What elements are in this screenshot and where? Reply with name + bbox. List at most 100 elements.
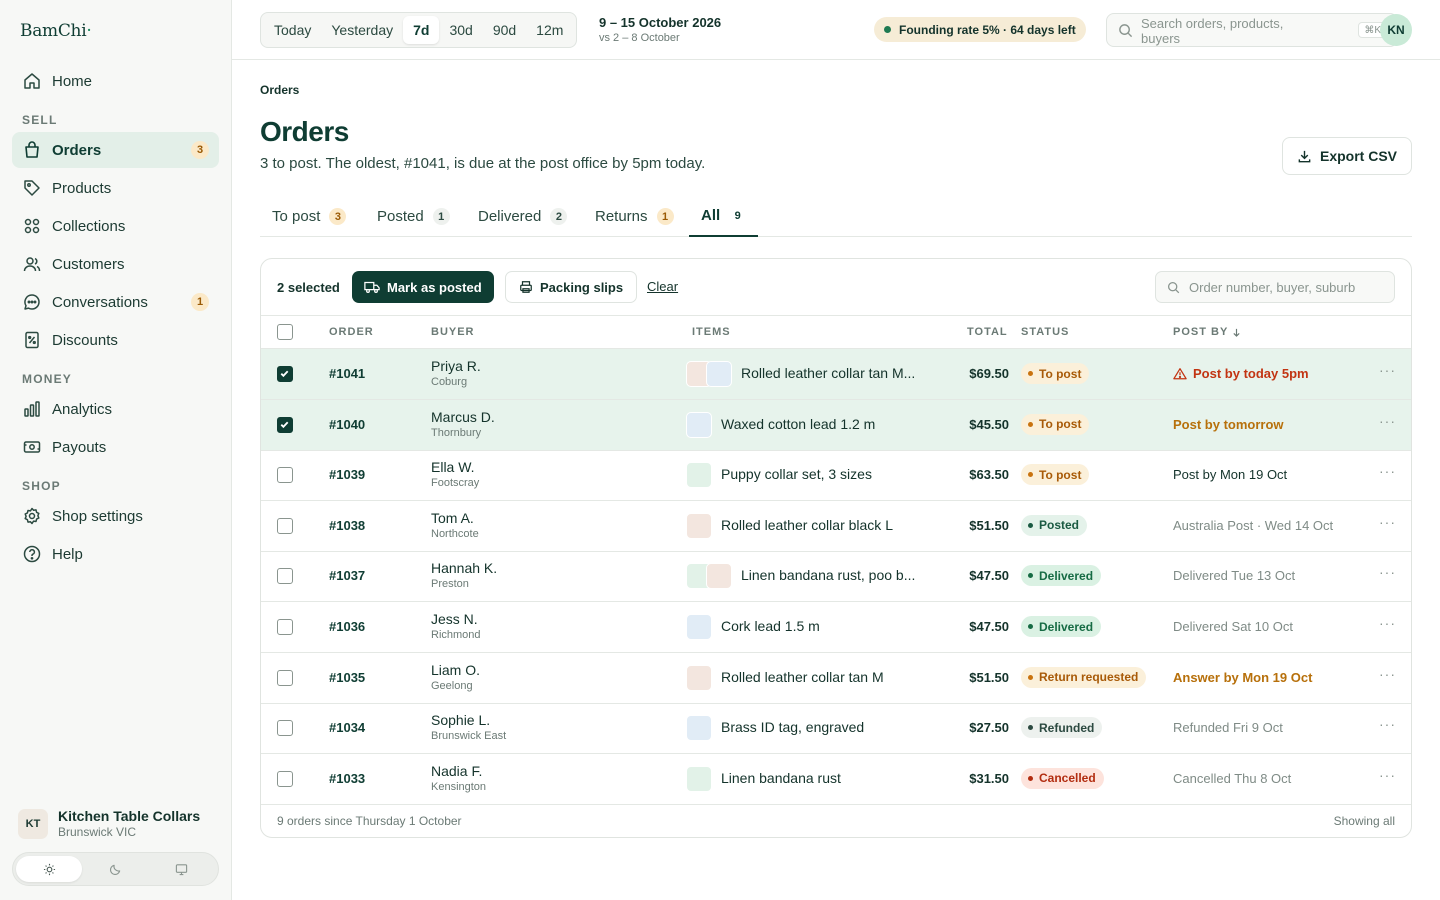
product-thumbnail xyxy=(706,361,732,387)
table-row[interactable]: #1040 Marcus D. Thornbury Waxed cotton lead… xyxy=(261,399,1411,451)
row-more-actions-icon[interactable]: ··· xyxy=(1379,666,1396,682)
row-more-actions-icon[interactable]: ··· xyxy=(1379,767,1396,783)
table-row[interactable]: #1037 Hannah K. Preston Linen bandana rust,… xyxy=(261,551,1411,603)
app-logo[interactable]: BamChi· xyxy=(20,21,92,41)
order-number-link[interactable]: #1039 xyxy=(329,467,365,482)
row-more-actions-icon[interactable]: ··· xyxy=(1379,716,1396,732)
table-row[interactable]: #1038 Tom A. Northcote Rolled leather colla… xyxy=(261,501,1411,552)
column-post-by[interactable]: POST BY xyxy=(1173,326,1241,338)
post-by-label: Cancelled Thu 8 Oct xyxy=(1173,770,1292,786)
range-7d[interactable]: 7d xyxy=(403,16,440,44)
order-number-link[interactable]: #1035 xyxy=(329,670,365,685)
sidebar-item-payouts[interactable]: Payouts xyxy=(12,429,219,465)
sidebar-item-customers[interactable]: Customers xyxy=(12,246,219,282)
founding-rate-badge[interactable]: Founding rate 5% · 64 days left xyxy=(874,17,1086,42)
tab-returns[interactable]: Returns 1 xyxy=(595,196,674,237)
theme-light-button[interactable] xyxy=(16,856,83,882)
order-number-link[interactable]: #1036 xyxy=(329,619,365,634)
sidebar-item-home[interactable]: Home xyxy=(12,63,219,99)
status-dot xyxy=(1028,624,1033,629)
breadcrumb[interactable]: Orders xyxy=(260,83,299,97)
sidebar-item-collections[interactable]: Collections xyxy=(12,208,219,244)
range-12m[interactable]: 12m xyxy=(526,16,573,44)
row-more-actions-icon[interactable]: ··· xyxy=(1379,463,1396,479)
item-thumbnails xyxy=(686,563,732,590)
buyer-name: Priya R. xyxy=(431,358,481,374)
conversations-count-badge: 1 xyxy=(191,293,209,311)
sidebar-item-shop-settings[interactable]: Shop settings xyxy=(12,498,219,534)
row-checkbox[interactable] xyxy=(277,416,293,433)
sidebar-item-label: Analytics xyxy=(52,400,113,418)
clear-selection-link[interactable]: Clear xyxy=(647,279,678,294)
theme-dark-button[interactable] xyxy=(82,856,148,882)
order-number-link[interactable]: #1037 xyxy=(329,568,365,583)
tab-delivered[interactable]: Delivered 2 xyxy=(478,196,568,237)
range-yesterday[interactable]: Yesterday xyxy=(321,16,403,44)
order-number-link[interactable]: #1038 xyxy=(329,518,365,533)
shop-location: Brunswick VIC xyxy=(58,825,137,839)
payout-icon xyxy=(23,441,41,453)
row-checkbox[interactable] xyxy=(277,669,293,686)
column-status[interactable]: STATUS xyxy=(1021,326,1069,338)
row-checkbox[interactable] xyxy=(277,366,293,382)
post-by-label: Post by today 5pm xyxy=(1193,366,1309,381)
row-more-actions-icon[interactable]: ··· xyxy=(1379,564,1396,580)
buyer-suburb: Thornbury xyxy=(431,426,482,439)
post-by: Delivered Tue 13 Oct xyxy=(1173,568,1295,583)
row-more-actions-icon[interactable]: ··· xyxy=(1379,615,1396,631)
theme-system-button[interactable] xyxy=(149,856,215,882)
order-number-link[interactable]: #1040 xyxy=(329,417,365,432)
tab-count: 9 xyxy=(734,209,741,222)
column-order[interactable]: ORDER xyxy=(329,326,374,338)
mark-as-posted-button[interactable]: Mark as posted xyxy=(352,271,494,303)
table-row[interactable]: #1034 Sophie L. Brunswick East Brass ID tag… xyxy=(261,703,1411,755)
range-90d[interactable]: 90d xyxy=(483,16,526,44)
status-label: To post xyxy=(1039,366,1082,381)
tab-all[interactable]: All 9 xyxy=(689,196,759,237)
tab-to-post[interactable]: To post 3 xyxy=(272,196,347,237)
select-all-checkbox[interactable] xyxy=(277,324,293,340)
row-checkbox[interactable] xyxy=(277,467,293,484)
product-thumbnail xyxy=(686,462,712,489)
table-row[interactable]: #1035 Liam O. Geelong Rolled leather collar… xyxy=(261,653,1411,704)
row-checkbox[interactable] xyxy=(277,720,293,737)
range-30d[interactable]: 30d xyxy=(439,16,482,44)
global-search-input[interactable]: Search orders, products, buyers ⌘K xyxy=(1106,13,1398,47)
status-badge: Delivered xyxy=(1021,616,1102,637)
sidebar-item-products[interactable]: Products xyxy=(12,170,219,206)
tab-posted[interactable]: Posted 1 xyxy=(377,196,450,237)
page-subtitle: 3 to post. The oldest, #1041, is due at … xyxy=(260,155,706,172)
order-number-link[interactable]: #1034 xyxy=(329,720,365,735)
column-total[interactable]: TOTAL xyxy=(967,326,1008,338)
export-csv-button[interactable]: Export CSV xyxy=(1282,137,1412,175)
row-more-actions-icon[interactable]: ··· xyxy=(1379,413,1396,429)
row-checkbox[interactable] xyxy=(277,517,293,534)
tab-label: To post xyxy=(272,208,321,225)
item-thumbnails xyxy=(686,462,712,489)
sidebar-item-help[interactable]: Help xyxy=(12,536,219,572)
user-avatar[interactable]: KN xyxy=(1380,14,1412,46)
order-number-link[interactable]: #1033 xyxy=(329,771,365,786)
sidebar-item-conversations[interactable]: Conversations 1 xyxy=(12,284,219,320)
row-checkbox[interactable] xyxy=(277,619,293,635)
packing-slips-button[interactable]: Packing slips xyxy=(505,271,638,303)
table-row[interactable]: #1036 Jess N. Richmond Cork lead 1.5 m $47.5… xyxy=(261,602,1411,653)
order-search-input[interactable]: Order number, buyer, suburb xyxy=(1155,271,1395,303)
column-buyer[interactable]: BUYER xyxy=(431,326,475,338)
table-row[interactable]: #1039 Ella W. Footscray Puppy collar set, 3… xyxy=(261,450,1411,502)
sidebar-item-discounts[interactable]: Discounts xyxy=(12,322,219,358)
status-dot xyxy=(1028,421,1033,427)
order-number-link[interactable]: #1041 xyxy=(329,366,365,381)
table-row[interactable]: #1041 Priya R. Coburg Rolled leather collar… xyxy=(261,349,1411,400)
row-more-actions-icon[interactable]: ··· xyxy=(1379,362,1396,378)
row-checkbox[interactable] xyxy=(277,770,293,787)
download-icon xyxy=(1298,150,1311,162)
sidebar-item-label: Collections xyxy=(52,217,126,235)
sidebar-item-analytics[interactable]: Analytics xyxy=(12,391,219,427)
shop-switcher[interactable]: KT Kitchen Table Collars Brunswick VIC xyxy=(18,808,200,839)
row-checkbox[interactable] xyxy=(277,568,293,585)
range-today[interactable]: Today xyxy=(264,16,321,44)
row-more-actions-icon[interactable]: ··· xyxy=(1379,514,1396,530)
table-row[interactable]: #1033 Nadia F. Kensington Linen bandana rus… xyxy=(261,754,1411,805)
sidebar-item-orders[interactable]: Orders 3 xyxy=(12,132,219,168)
